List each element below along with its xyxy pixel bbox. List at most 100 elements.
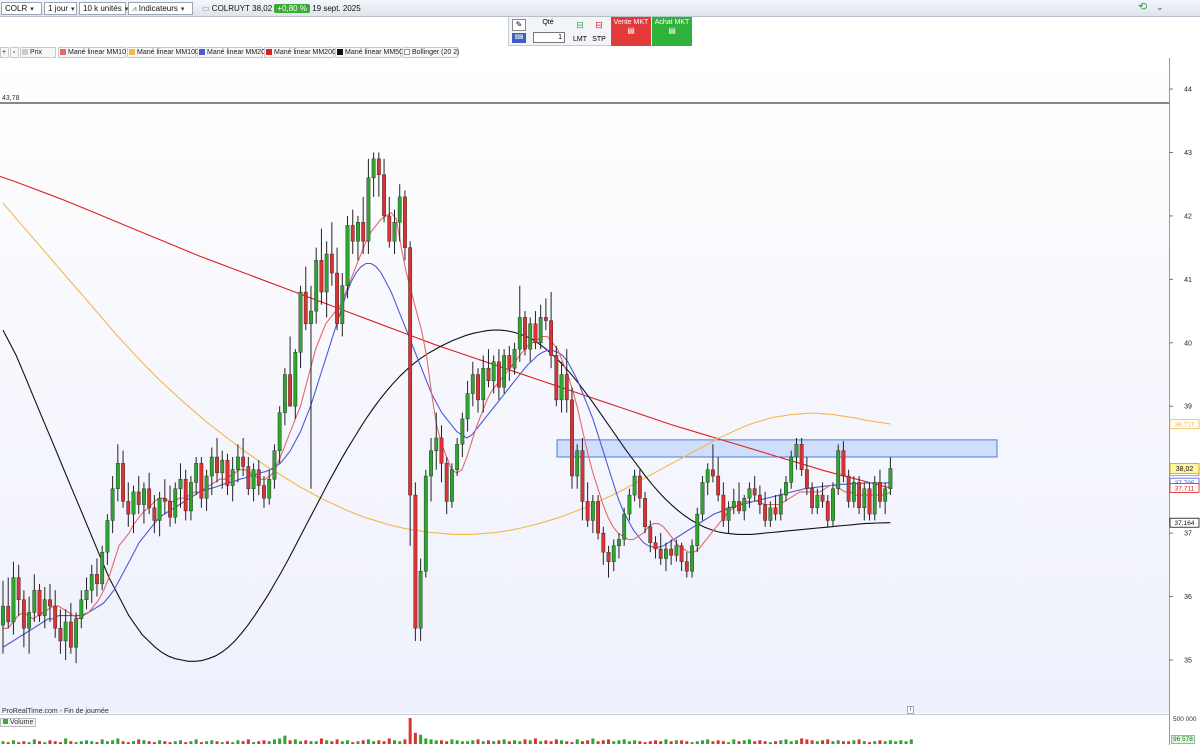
candle-body bbox=[455, 444, 460, 470]
candle-body bbox=[277, 412, 282, 451]
candle-body bbox=[142, 488, 146, 505]
volume-bar bbox=[711, 741, 715, 744]
volume-bar bbox=[674, 740, 678, 744]
volume-bar bbox=[429, 739, 433, 744]
price-chart: 4443424140393837363538,71737,97637,79537… bbox=[0, 87, 1200, 744]
volume-bar bbox=[857, 739, 861, 744]
volume-bar bbox=[779, 740, 783, 744]
candle-body bbox=[89, 574, 94, 591]
volume-bar bbox=[476, 739, 480, 744]
expand-icon[interactable]: ▫ bbox=[10, 47, 19, 58]
candle-body bbox=[309, 310, 313, 324]
candle-body bbox=[794, 444, 799, 458]
candle-body bbox=[403, 196, 407, 248]
volume-bar bbox=[549, 741, 553, 744]
candle-body bbox=[32, 590, 37, 613]
candle-body bbox=[1, 605, 5, 626]
candle-body bbox=[862, 488, 867, 508]
candle-body bbox=[883, 488, 888, 502]
volume-bar bbox=[638, 741, 642, 744]
candle-body bbox=[658, 548, 663, 559]
volume-bar bbox=[105, 741, 109, 744]
candle-body bbox=[42, 599, 47, 616]
candle-body bbox=[711, 469, 715, 477]
candle-body bbox=[392, 222, 397, 242]
candle-body bbox=[653, 542, 658, 550]
candle-body bbox=[376, 158, 381, 175]
candle-body bbox=[121, 463, 125, 502]
volume-bar bbox=[330, 741, 334, 744]
candle-body bbox=[549, 320, 554, 356]
legend-item-bollinger[interactable]: Bollinger (20 2) bbox=[402, 47, 459, 58]
volume-bar bbox=[471, 740, 475, 744]
volume-legend[interactable]: Volume bbox=[0, 718, 37, 727]
legend-item-prix[interactable]: Prix bbox=[20, 47, 56, 58]
candle-body bbox=[778, 494, 783, 515]
candle-body bbox=[679, 545, 684, 562]
candle-body bbox=[199, 463, 204, 499]
volume-bar bbox=[560, 740, 564, 744]
candle-body bbox=[100, 551, 105, 585]
volume-bar bbox=[784, 739, 788, 744]
legend-item-mm50[interactable]: Mané linear MM50 bbox=[335, 47, 403, 58]
volume-bar bbox=[575, 739, 579, 744]
volume-bar bbox=[220, 742, 224, 744]
volume-bar bbox=[74, 742, 78, 744]
candle-body bbox=[366, 177, 371, 242]
legend-label: Prix bbox=[30, 49, 43, 56]
candle-body bbox=[340, 285, 345, 324]
volume-bar bbox=[774, 741, 778, 744]
legend-swatch bbox=[337, 49, 343, 55]
volume-bar bbox=[335, 739, 339, 744]
volume-bar bbox=[236, 740, 240, 744]
candle-body bbox=[450, 469, 454, 502]
legend-item-mm200[interactable]: Mané linear MM200 bbox=[264, 47, 336, 58]
candle-body bbox=[194, 463, 199, 483]
legend-item-mm100[interactable]: Mané linear MM100 bbox=[127, 47, 199, 58]
candle-body bbox=[27, 612, 31, 629]
candle-body bbox=[664, 548, 668, 559]
candle-body bbox=[705, 469, 710, 483]
volume-bar bbox=[53, 741, 57, 744]
volume-bar bbox=[523, 739, 527, 744]
candle-body bbox=[131, 491, 136, 515]
candle-body bbox=[684, 561, 689, 572]
candle-body bbox=[747, 488, 752, 499]
volume-bar bbox=[173, 741, 177, 744]
legend-item-mm20[interactable]: Mané linear MM20 bbox=[197, 47, 265, 58]
volume-bar bbox=[700, 740, 704, 744]
y-tick-label: 37 bbox=[1184, 531, 1192, 538]
volume-bar bbox=[841, 741, 845, 744]
volume-bar bbox=[225, 741, 229, 744]
candle-body bbox=[632, 475, 637, 496]
volume-bar bbox=[288, 740, 292, 744]
candle-body bbox=[528, 323, 533, 350]
legend-item-mm10[interactable]: Mané linear MM10 bbox=[58, 47, 126, 58]
candle-body bbox=[382, 174, 386, 217]
candle-body bbox=[726, 507, 731, 521]
y-tick-label: 42 bbox=[1184, 213, 1192, 220]
volume-bar bbox=[497, 740, 501, 744]
candle-body bbox=[470, 374, 475, 394]
legend-swatch bbox=[266, 49, 272, 55]
volume-bar bbox=[690, 742, 694, 744]
volume-bar bbox=[904, 741, 908, 744]
volume-bar bbox=[836, 740, 840, 744]
candle-body bbox=[361, 222, 366, 242]
candle-body bbox=[189, 482, 193, 512]
add-indicator-icon[interactable]: + bbox=[0, 47, 9, 58]
volume-bar bbox=[382, 741, 386, 744]
candle-body bbox=[596, 501, 600, 534]
volume-bar bbox=[633, 740, 637, 744]
volume-bar bbox=[210, 740, 214, 744]
volume-bar bbox=[909, 739, 913, 744]
volume-bar bbox=[680, 740, 684, 744]
candle-body bbox=[575, 450, 580, 477]
volume-bar bbox=[178, 740, 182, 744]
volume-bar bbox=[831, 741, 835, 744]
info-icon[interactable]: i bbox=[907, 706, 915, 714]
candle-body bbox=[356, 222, 360, 242]
candle-body bbox=[220, 459, 225, 474]
candle-body bbox=[6, 605, 11, 623]
last-price-label: 38,02 bbox=[1176, 466, 1194, 473]
